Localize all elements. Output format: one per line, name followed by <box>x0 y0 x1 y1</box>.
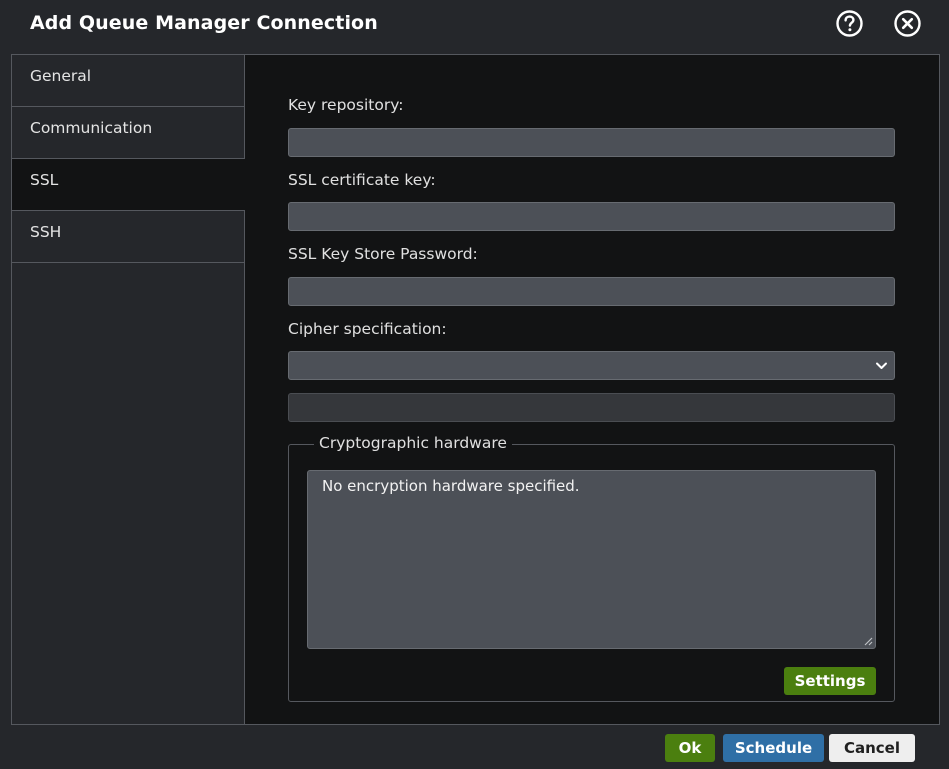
cancel-button[interactable]: Cancel <box>829 734 915 762</box>
ok-button[interactable]: Ok <box>665 734 715 762</box>
settings-button[interactable]: Settings <box>784 667 876 695</box>
key-repository-input[interactable] <box>288 128 895 157</box>
sidebar-item-ssh[interactable]: SSH <box>12 211 244 263</box>
help-icon[interactable] <box>836 10 863 37</box>
cryptographic-hardware-group: Cryptographic hardware No encryption har… <box>288 434 895 702</box>
ssl-certificate-key-input[interactable] <box>288 202 895 231</box>
sidebar-item-ssl[interactable]: SSL <box>12 159 245 211</box>
schedule-button[interactable]: Schedule <box>723 734 824 762</box>
sidebar: General Communication SSL SSH <box>12 55 245 724</box>
ssl-certificate-key-label: SSL certificate key: <box>288 171 436 189</box>
dialog-body: General Communication SSL SSH Key reposi… <box>11 54 940 725</box>
close-icon[interactable] <box>894 10 921 37</box>
cipher-specification-select[interactable] <box>288 351 895 380</box>
chevron-down-icon <box>876 362 887 369</box>
cryptographic-hardware-legend: Cryptographic hardware <box>314 434 512 452</box>
dialog-titlebar: Add Queue Manager Connection <box>0 0 949 52</box>
resize-grip-icon[interactable] <box>863 636 873 646</box>
dialog-title: Add Queue Manager Connection <box>30 12 378 34</box>
ssl-key-store-password-input[interactable] <box>288 277 895 306</box>
cryptographic-hardware-textarea[interactable]: No encryption hardware specified. <box>307 470 876 649</box>
ssl-settings-panel: Key repository: SSL certificate key: SSL… <box>245 55 939 724</box>
sidebar-item-general[interactable]: General <box>12 55 244 107</box>
cipher-specification-custom-input <box>288 393 895 422</box>
sidebar-item-communication[interactable]: Communication <box>12 107 244 159</box>
cipher-specification-label: Cipher specification: <box>288 320 447 338</box>
cryptographic-hardware-text: No encryption hardware specified. <box>322 477 580 495</box>
key-repository-label: Key repository: <box>288 96 404 114</box>
ssl-key-store-password-label: SSL Key Store Password: <box>288 245 478 263</box>
